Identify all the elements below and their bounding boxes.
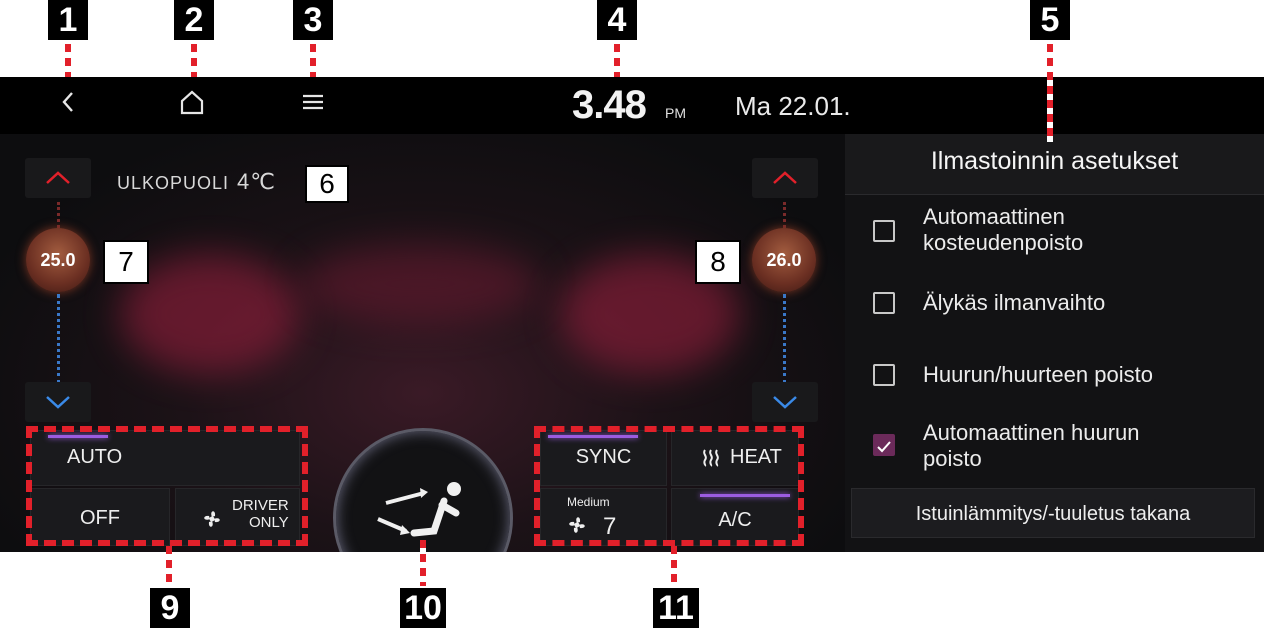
callout-4: 4 xyxy=(597,0,637,40)
option-defog[interactable]: Huurun/huurteen poisto xyxy=(873,362,1233,392)
clock-ampm: PM xyxy=(665,105,686,121)
air-flow-mode-button[interactable] xyxy=(333,428,513,552)
left-temp-display[interactable]: 25.0 xyxy=(26,228,90,292)
checkmark-icon xyxy=(877,441,891,453)
right-temp-down-button[interactable] xyxy=(752,382,818,422)
top-bar: 3.48 PM Ma 22.01. xyxy=(0,77,1264,134)
callout-6: 6 xyxy=(305,165,349,203)
callout-11-line xyxy=(671,546,677,586)
callout-11-highlight xyxy=(534,426,804,546)
callout-9: 9 xyxy=(150,588,190,628)
clock-time: 3.48 xyxy=(572,83,647,127)
left-temp-scale-bottom xyxy=(57,294,63,384)
callout-10: 10 xyxy=(400,588,446,628)
callout-10-line xyxy=(420,540,426,586)
air-flow-glow-center xyxy=(300,244,540,324)
menu-icon[interactable] xyxy=(300,87,326,125)
option-auto-dehumidify[interactable]: Automaattinen kosteudenpoisto xyxy=(873,204,1233,260)
callout-9-highlight xyxy=(26,426,308,546)
callout-5: 5 xyxy=(1030,0,1070,40)
callout-1: 1 xyxy=(48,0,88,40)
callout-3: 3 xyxy=(293,0,333,40)
right-temp-up-button[interactable] xyxy=(752,158,818,198)
outside-label: ULKOPUOLI xyxy=(117,173,230,193)
checkbox[interactable] xyxy=(873,220,895,242)
outside-temperature: ULKOPUOLI 4℃ xyxy=(117,169,276,195)
back-icon[interactable] xyxy=(58,87,78,125)
home-icon[interactable] xyxy=(178,87,206,125)
callout-7: 7 xyxy=(103,240,149,284)
option-label: Automaattinen kosteudenpoisto xyxy=(923,204,1084,255)
outside-temp-value: 4℃ xyxy=(237,169,276,194)
checkbox[interactable] xyxy=(873,364,895,386)
callout-5-line xyxy=(1047,44,1053,142)
clock-date: Ma 22.01. xyxy=(735,91,851,121)
rear-seat-heating-button[interactable]: Istuinlämmitys/-tuuletus takana xyxy=(851,488,1255,538)
option-label: Älykäs ilmanvaihto xyxy=(923,290,1106,315)
right-temp-display[interactable]: 26.0 xyxy=(752,228,816,292)
callout-8: 8 xyxy=(695,240,741,284)
option-smart-ventilation[interactable]: Älykäs ilmanvaihto xyxy=(873,290,1233,320)
settings-panel-title: Ilmastoinnin asetukset xyxy=(845,134,1264,195)
checkbox[interactable] xyxy=(873,292,895,314)
left-temp-down-button[interactable] xyxy=(25,382,91,422)
option-auto-defog[interactable]: Automaattinen huurun poisto xyxy=(873,420,1233,476)
callout-9-line xyxy=(166,546,172,586)
checkbox-checked[interactable] xyxy=(873,434,895,456)
right-temp-scale-bottom xyxy=(783,294,789,384)
left-temp-up-button[interactable] xyxy=(25,158,91,198)
callout-11: 11 xyxy=(653,588,699,628)
option-label: Huurun/huurteen poisto xyxy=(923,362,1153,387)
callout-2: 2 xyxy=(174,0,214,40)
climate-settings-panel: Ilmastoinnin asetukset Automaattinen kos… xyxy=(845,134,1264,552)
option-label: Automaattinen huurun poisto xyxy=(923,420,1140,471)
